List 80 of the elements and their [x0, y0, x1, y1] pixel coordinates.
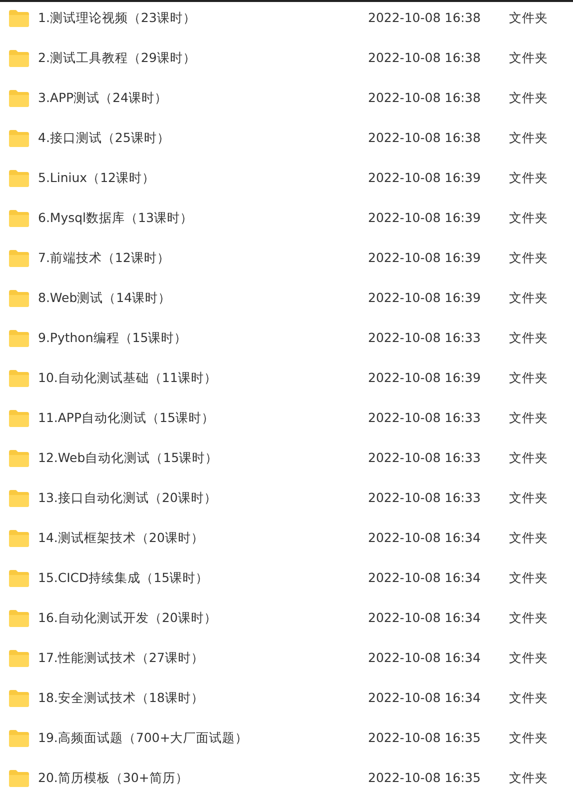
modified-date: 2022-10-08 16:39 [368, 290, 481, 305]
file-name[interactable]: 13.接口自动化测试（20课时） [38, 488, 217, 508]
file-name[interactable]: 4.接口测试（25课时） [38, 128, 170, 148]
folder-icon [9, 370, 29, 386]
folder-icon [9, 770, 29, 786]
file-name[interactable]: 3.APP测试（24课时） [38, 88, 168, 108]
file-name[interactable]: 14.测试框架技术（20课时） [38, 528, 204, 548]
folder-icon [9, 170, 29, 186]
modified-date: 2022-10-08 16:38 [368, 90, 481, 105]
file-type: 文件夹 [509, 490, 548, 505]
folder-icon [9, 690, 29, 706]
modified-date: 2022-10-08 16:34 [368, 690, 481, 705]
folder-icon [9, 730, 29, 746]
folder-icon [9, 410, 29, 426]
folder-icon [9, 570, 29, 586]
file-name[interactable]: 15.CICD持续集成（15课时） [38, 568, 209, 588]
file-type: 文件夹 [509, 330, 548, 345]
file-name[interactable]: 1.测试理论视频（23课时） [38, 8, 196, 28]
modified-date: 2022-10-08 16:35 [368, 730, 481, 745]
file-type: 文件夹 [509, 130, 548, 145]
folder-icon [9, 210, 29, 226]
file-type: 文件夹 [509, 250, 548, 265]
modified-date: 2022-10-08 16:39 [368, 210, 481, 225]
modified-date: 2022-10-08 16:33 [368, 330, 481, 345]
folder-icon [9, 330, 29, 346]
folder-icon [9, 490, 29, 506]
folder-icon [9, 250, 29, 266]
file-name[interactable]: 18.安全测试技术（18课时） [38, 688, 204, 708]
folder-icon [9, 130, 29, 146]
file-type: 文件夹 [509, 570, 548, 585]
file-type: 文件夹 [509, 10, 548, 25]
modified-date: 2022-10-08 16:39 [368, 370, 481, 385]
file-type: 文件夹 [509, 410, 548, 425]
modified-date: 2022-10-08 16:39 [368, 170, 481, 185]
modified-date: 2022-10-08 16:33 [368, 410, 481, 425]
file-name[interactable]: 16.自动化测试开发（20课时） [38, 608, 217, 628]
folder-icon [9, 530, 29, 546]
folder-icon [9, 450, 29, 466]
file-name[interactable]: 11.APP自动化测试（15课时） [38, 408, 214, 428]
file-type: 文件夹 [509, 730, 548, 745]
file-name[interactable]: 19.高频面试题（700+大厂面试题） [38, 728, 248, 748]
file-type: 文件夹 [509, 90, 548, 105]
file-name[interactable]: 2.测试工具教程（29课时） [38, 48, 196, 68]
folder-icon [9, 10, 29, 26]
file-name[interactable]: 8.Web测试（14课时） [38, 288, 172, 308]
modified-date: 2022-10-08 16:34 [368, 610, 481, 625]
file-type: 文件夹 [509, 290, 548, 305]
file-type: 文件夹 [509, 690, 548, 705]
folder-icon [9, 50, 29, 66]
modified-date: 2022-10-08 16:33 [368, 450, 481, 465]
modified-date: 2022-10-08 16:33 [368, 490, 481, 505]
file-name[interactable]: 9.Python编程（15课时） [38, 328, 188, 348]
file-type: 文件夹 [509, 650, 548, 665]
modified-date: 2022-10-08 16:34 [368, 570, 481, 585]
file-type: 文件夹 [509, 170, 548, 185]
file-name[interactable]: 6.Mysql数据库（13课时） [38, 208, 193, 228]
file-type: 文件夹 [509, 50, 548, 65]
folder-icon [9, 90, 29, 106]
modified-date: 2022-10-08 16:38 [368, 130, 481, 145]
modified-date: 2022-10-08 16:39 [368, 250, 481, 265]
file-type: 文件夹 [509, 530, 548, 545]
file-name[interactable]: 5.Liniux（12课时） [38, 168, 155, 188]
modified-date: 2022-10-08 16:35 [368, 770, 481, 785]
folder-icon [9, 290, 29, 306]
file-type: 文件夹 [509, 610, 548, 625]
modified-date: 2022-10-08 16:38 [368, 50, 481, 65]
file-type: 文件夹 [509, 210, 548, 225]
file-name[interactable]: 7.前端技术（12课时） [38, 248, 170, 268]
file-name[interactable]: 17.性能测试技术（27课时） [38, 648, 204, 668]
folder-icon [9, 650, 29, 666]
file-name[interactable]: 10.自动化测试基础（11课时） [38, 368, 217, 388]
file-name[interactable]: 20.简历模板（30+简历） [38, 768, 188, 788]
modified-date: 2022-10-08 16:34 [368, 650, 481, 665]
folder-icon [9, 610, 29, 626]
file-type: 文件夹 [509, 770, 548, 785]
file-type: 文件夹 [509, 450, 548, 465]
modified-date: 2022-10-08 16:38 [368, 10, 481, 25]
file-name[interactable]: 12.Web自动化测试（15课时） [38, 448, 218, 468]
modified-date: 2022-10-08 16:34 [368, 530, 481, 545]
file-type: 文件夹 [509, 370, 548, 385]
